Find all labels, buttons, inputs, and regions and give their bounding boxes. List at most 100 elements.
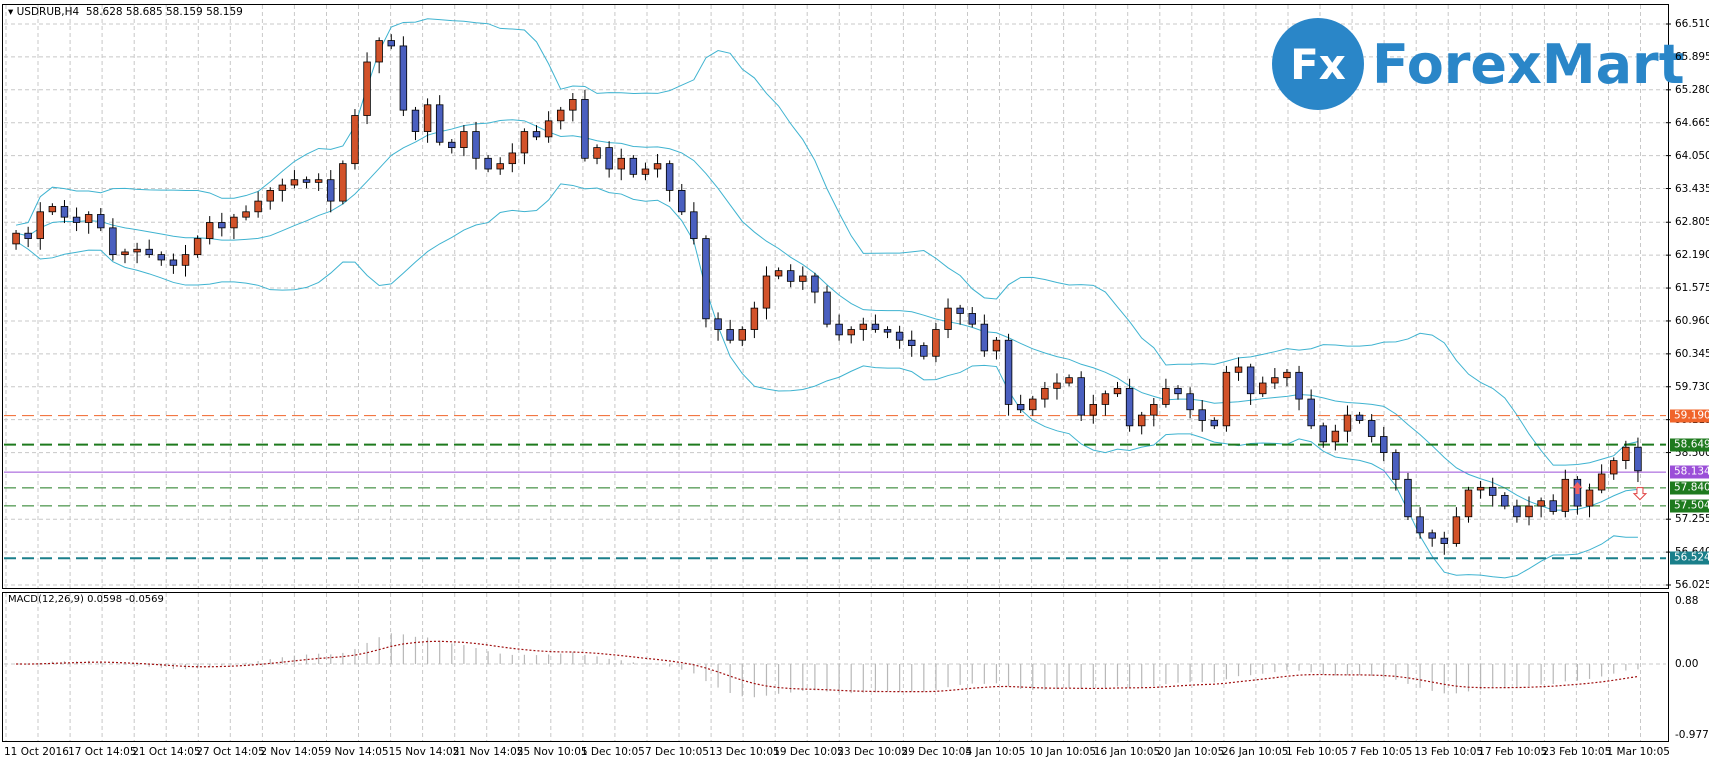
candle-bearish	[472, 131, 480, 159]
candle-bullish	[944, 307, 952, 330]
candle-bullish	[278, 184, 287, 191]
candle-bullish	[363, 61, 371, 116]
candle-bullish	[520, 131, 529, 154]
time-axis-label: 19 Dec 10:05	[773, 746, 844, 758]
candle-bullish	[266, 190, 274, 202]
level-price-tag: 59.190	[1670, 409, 1709, 423]
candle-bullish	[762, 275, 771, 309]
candle-bearish	[895, 331, 904, 341]
candle-bullish	[1259, 382, 1267, 395]
candle-bullish	[375, 40, 383, 63]
time-axis-label: 23 Dec 10:05	[837, 746, 908, 758]
candle-bullish	[1561, 478, 1570, 512]
candle-bearish	[109, 227, 117, 256]
candle-bullish	[774, 270, 783, 277]
candle-bearish	[302, 179, 311, 183]
macd-axis-label: -0.9773	[1675, 729, 1709, 741]
candle-bullish	[1283, 371, 1291, 379]
candle-bullish	[496, 163, 504, 170]
candle-bearish	[218, 222, 226, 229]
candle-bearish	[1125, 387, 1134, 427]
logo-text: ForexMart	[1372, 32, 1685, 96]
time-axis-label: 21 Oct 14:05	[132, 746, 201, 758]
candle-bearish	[823, 291, 831, 325]
candle-bullish	[1222, 371, 1231, 427]
candle-bearish	[399, 45, 408, 111]
candle-bearish	[448, 141, 456, 148]
candle-bullish	[932, 329, 940, 357]
candle-bearish	[629, 157, 638, 175]
forexmart-logo: Fx ForexMart	[1272, 18, 1685, 110]
candle-bullish	[569, 99, 577, 111]
candle-bearish	[786, 270, 795, 282]
time-axis-label: 13 Feb 10:05	[1414, 746, 1484, 758]
candle-bullish	[339, 163, 347, 202]
candle-bullish	[1041, 387, 1049, 400]
candle-bearish	[1380, 436, 1388, 453]
candle-bullish	[992, 339, 1001, 352]
ohlc-values: 58.628 58.685 58.159 58.159	[85, 6, 243, 18]
candle-bearish	[1319, 425, 1327, 443]
macd-axis-label: 0.88	[1675, 595, 1699, 607]
candle-bullish	[738, 329, 747, 341]
candle-bearish	[97, 214, 105, 229]
candle-bullish	[1331, 430, 1340, 443]
time-axis-label: 7 Feb 10:05	[1350, 746, 1413, 758]
candle-bearish	[1210, 420, 1219, 427]
candle-bullish	[242, 211, 250, 218]
macd-axis-label: 0.00	[1675, 658, 1699, 670]
level-price-tag: 57.840	[1670, 481, 1709, 495]
candle-bullish	[254, 200, 262, 213]
time-axis-label: 4 Jan 10:05	[965, 746, 1026, 758]
macd-label: MACD(12,26,9) 0.0598 -0.0569	[8, 594, 164, 605]
candle-bullish	[1162, 387, 1170, 405]
candle-bearish	[1392, 452, 1400, 480]
candle-bullish	[1464, 489, 1473, 518]
time-axis-label: 29 Dec 10:05	[901, 746, 973, 758]
price-axis-label: 65.280	[1675, 83, 1709, 96]
candle-bullish	[423, 104, 432, 132]
time-axis-label: 15 Nov 14:05	[388, 746, 460, 758]
candle-bearish	[1004, 339, 1013, 405]
price-axis-label: 64.050	[1675, 149, 1709, 162]
candle-bearish	[1307, 398, 1315, 427]
candle-bearish	[1501, 494, 1509, 507]
time-axis-label: 10 Jan 10:05	[1029, 746, 1097, 758]
candle-bearish	[714, 318, 722, 330]
candle-bearish	[1355, 414, 1364, 421]
symbol-label: USDRUB,H4	[16, 6, 80, 18]
candle-bearish	[1246, 366, 1255, 395]
price-axis-label: 62.190	[1675, 249, 1709, 262]
level-price-tag: 58.649	[1670, 438, 1709, 452]
candle-bullish	[859, 323, 868, 330]
candle-bullish	[205, 222, 214, 239]
time-axis-label: 17 Oct 14:05	[68, 746, 137, 758]
candle-bullish	[508, 152, 517, 165]
candle-bullish	[1610, 460, 1618, 475]
candle-bullish	[1585, 489, 1594, 507]
candle-bearish	[811, 275, 819, 293]
candle-bullish	[1343, 414, 1352, 432]
candle-bearish	[605, 147, 613, 170]
logo-mark: Fx	[1272, 18, 1364, 110]
candle-bullish	[36, 211, 44, 239]
price-axis-label: 66.510	[1675, 18, 1709, 30]
time-axis-label: 13 Dec 10:05	[709, 746, 780, 758]
price-axis-label: 61.575	[1675, 282, 1709, 295]
price-axis-label: 56.025	[1675, 579, 1709, 591]
candle-bullish	[1065, 377, 1073, 384]
candle-bearish	[980, 323, 989, 352]
candle-bullish	[1525, 505, 1533, 518]
candle-bullish	[230, 216, 238, 229]
candle-bearish	[1513, 505, 1521, 518]
candle-bullish	[1452, 516, 1461, 544]
candle-bullish	[617, 157, 625, 170]
candle-bearish	[1367, 420, 1376, 437]
candle-bullish	[121, 251, 129, 256]
candle-bullish	[48, 206, 57, 213]
candle-bearish	[1174, 387, 1182, 395]
candle-bullish	[1113, 387, 1122, 395]
candle-bullish	[1622, 446, 1630, 462]
candle-bullish	[1029, 398, 1037, 411]
time-axis-label: 25 Nov 10:05	[516, 746, 588, 758]
